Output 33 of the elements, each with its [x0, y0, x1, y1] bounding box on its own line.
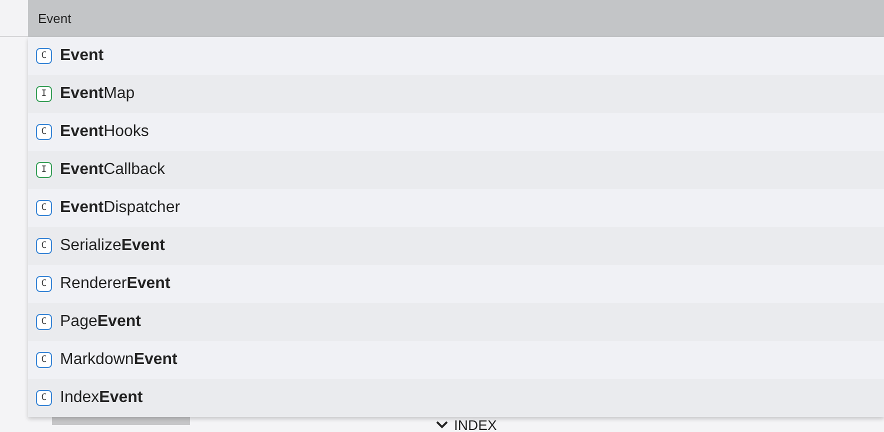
index-section-header[interactable]: INDEX	[436, 418, 497, 432]
result-label: IndexEvent	[60, 389, 143, 407]
result-label: SerializeEvent	[60, 237, 165, 255]
result-label: EventCallback	[60, 161, 165, 179]
result-item[interactable]: C PageEvent	[28, 303, 884, 341]
result-item[interactable]: C MarkdownEvent	[28, 341, 884, 379]
result-label: Event	[60, 47, 104, 65]
result-label: EventMap	[60, 85, 135, 103]
class-badge: C	[36, 48, 52, 64]
class-badge: C	[36, 200, 52, 216]
result-item[interactable]: C IndexEvent	[28, 379, 884, 417]
class-badge: C	[36, 124, 52, 140]
result-item[interactable]: I EventMap	[28, 75, 884, 113]
result-label: PageEvent	[60, 313, 141, 331]
result-item[interactable]: C EventDispatcher	[28, 189, 884, 227]
interface-badge: I	[36, 162, 52, 178]
result-item[interactable]: I EventCallback	[28, 151, 884, 189]
interface-badge: I	[36, 86, 52, 102]
result-item[interactable]: C SerializeEvent	[28, 227, 884, 265]
result-label: RendererEvent	[60, 275, 170, 293]
class-badge: C	[36, 352, 52, 368]
class-badge: C	[36, 276, 52, 292]
class-badge: C	[36, 238, 52, 254]
result-item[interactable]: C EventHooks	[28, 113, 884, 151]
result-label: MarkdownEvent	[60, 351, 178, 369]
result-item[interactable]: C Event	[28, 37, 884, 75]
class-badge: C	[36, 390, 52, 406]
search-field[interactable]: Event	[28, 0, 884, 37]
result-label: EventHooks	[60, 123, 149, 141]
class-badge: C	[36, 314, 52, 330]
chevron-icon	[436, 421, 448, 429]
result-label: EventDispatcher	[60, 199, 180, 217]
result-item[interactable]: C RendererEvent	[28, 265, 884, 303]
